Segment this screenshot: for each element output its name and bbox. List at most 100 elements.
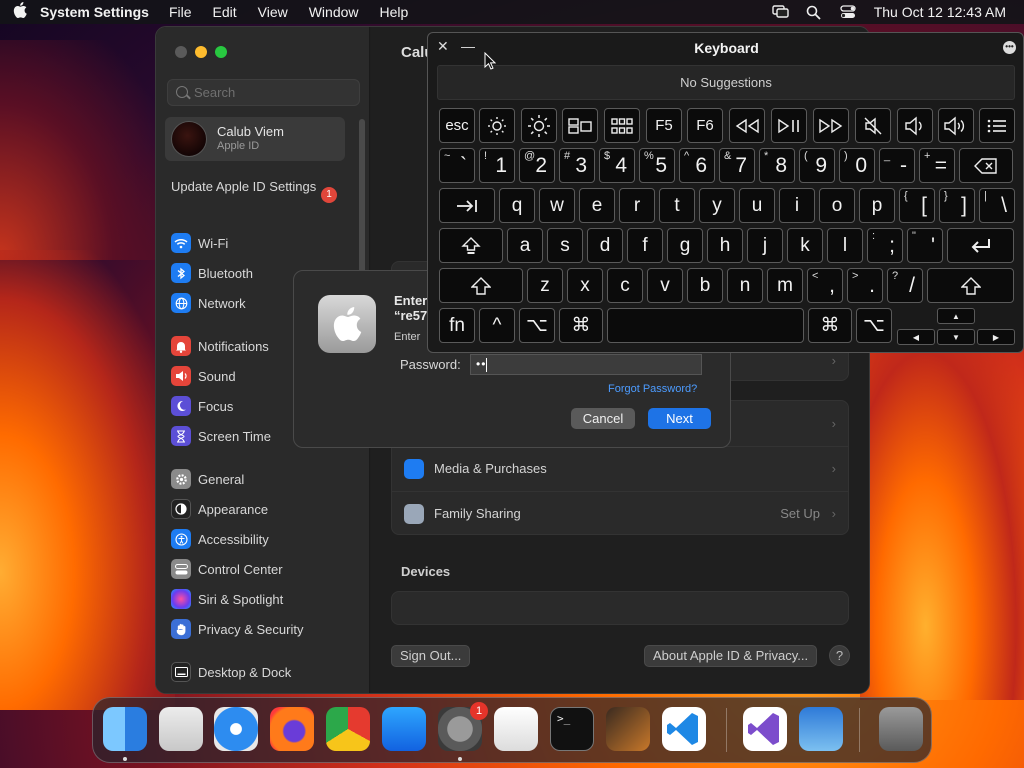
menu-file[interactable]: File (169, 4, 192, 20)
return-key[interactable] (947, 228, 1014, 263)
fast-forward-key[interactable] (813, 108, 849, 143)
cancel-button[interactable]: Cancel (571, 408, 635, 429)
right-shift-key[interactable] (927, 268, 1014, 303)
key-f[interactable]: f (627, 228, 663, 263)
app-store-icon[interactable] (382, 707, 426, 751)
trash-icon[interactable] (879, 707, 923, 751)
delete-key[interactable] (959, 148, 1013, 183)
sidebar-item-control-center[interactable]: Control Center (171, 559, 283, 579)
key-f5[interactable]: F5 (646, 108, 682, 143)
number-row-key[interactable]: & 7 (719, 148, 755, 183)
options-icon[interactable]: ••• (1003, 41, 1016, 54)
password-field[interactable]: •• (470, 354, 702, 375)
apple-menu-icon[interactable] (0, 2, 40, 22)
key-j[interactable]: j (747, 228, 783, 263)
launchpad-key[interactable] (604, 108, 640, 143)
key-x[interactable]: x (567, 268, 603, 303)
brightness-down-key[interactable] (479, 108, 515, 143)
close-window-button[interactable] (175, 46, 187, 58)
key-q[interactable]: q (499, 188, 535, 223)
right-arrow-key[interactable]: ▶ (977, 329, 1015, 345)
punctuation-key[interactable]: <, (807, 268, 843, 303)
settings-row-family-sharing[interactable]: Family Sharing Set Up › (392, 491, 848, 535)
textedit-icon[interactable] (494, 707, 538, 751)
key-t[interactable]: t (659, 188, 695, 223)
down-arrow-key[interactable]: ▼ (937, 329, 975, 345)
sidebar-item-screen-time[interactable]: Screen Time (171, 426, 271, 446)
tab-key[interactable] (439, 188, 495, 223)
volume-up-key[interactable] (938, 108, 974, 143)
number-row-key[interactable]: #3 (559, 148, 595, 183)
number-row-key[interactable]: ^ 6 (679, 148, 715, 183)
sidebar-item-wifi[interactable]: Wi-Fi (171, 233, 228, 253)
key-i[interactable]: i (779, 188, 815, 223)
key-o[interactable]: o (819, 188, 855, 223)
bracket-key[interactable]: | \ (979, 188, 1015, 223)
key-e[interactable]: e (579, 188, 615, 223)
key-k[interactable]: k (787, 228, 823, 263)
menu-help[interactable]: Help (380, 4, 409, 20)
mission-control-key[interactable] (562, 108, 598, 143)
help-button[interactable]: ? (829, 645, 850, 666)
sidebar-account[interactable]: Calub Viem Apple ID (165, 117, 345, 161)
safari-icon[interactable] (214, 707, 258, 751)
punctuation-key[interactable]: >. (847, 268, 883, 303)
menu-window[interactable]: Window (309, 4, 359, 20)
key-p[interactable]: p (859, 188, 895, 223)
key-n[interactable]: n (727, 268, 763, 303)
left-command-key[interactable]: ⌘ (559, 308, 603, 343)
spotlight-search-icon[interactable] (806, 5, 822, 20)
mute-key[interactable] (855, 108, 891, 143)
launchpad-icon[interactable] (159, 707, 203, 751)
sidebar-search-input[interactable]: Search (167, 79, 360, 106)
key-d[interactable]: d (587, 228, 623, 263)
punctuation-key[interactable]: " ' (907, 228, 943, 263)
number-row-key[interactable]: ! 1 (479, 148, 515, 183)
key-a[interactable]: a (507, 228, 543, 263)
punctuation-key[interactable]: :; (867, 228, 903, 263)
sidebar-item-sound[interactable]: Sound (171, 366, 236, 386)
finder-icon[interactable] (103, 707, 147, 751)
number-row-key[interactable]: (9 (799, 148, 835, 183)
app-name-menu[interactable]: System Settings (40, 4, 149, 20)
key-f6[interactable]: F6 (687, 108, 723, 143)
sidebar-item-general[interactable]: General (171, 469, 244, 489)
next-button[interactable]: Next (648, 408, 711, 429)
caps-lock-key[interactable] (439, 228, 503, 263)
minimize-window-button[interactable] (195, 46, 207, 58)
space-bar[interactable] (607, 308, 804, 343)
right-option-key[interactable]: ⌥ (856, 308, 892, 343)
sidebar-item-appearance[interactable]: Appearance (171, 499, 268, 519)
maximize-window-button[interactable] (215, 46, 227, 58)
key-h[interactable]: h (707, 228, 743, 263)
key-z[interactable]: z (527, 268, 563, 303)
key-esc[interactable]: esc (439, 108, 475, 143)
brightness-up-key[interactable] (521, 108, 557, 143)
key-c[interactable]: c (607, 268, 643, 303)
settings-row-media-purchases[interactable]: Media & Purchases › (392, 446, 848, 490)
menu-bar-clock[interactable]: Thu Oct 12 12:43 AM (874, 4, 1006, 20)
sidebar-item-desktop-dock[interactable]: Desktop & Dock (171, 662, 291, 682)
visual-studio-icon[interactable] (743, 707, 787, 751)
bracket-key[interactable]: }] (939, 188, 975, 223)
list-key[interactable] (979, 108, 1015, 143)
up-arrow-key[interactable]: ▲ (937, 308, 975, 324)
bracket-key[interactable]: {[ (899, 188, 935, 223)
number-row-key[interactable]: * 8 (759, 148, 795, 183)
key-l[interactable]: l (827, 228, 863, 263)
forgot-password-link[interactable]: Forgot Password? (608, 383, 697, 395)
key-u[interactable]: u (739, 188, 775, 223)
terminal-icon[interactable]: >_ (550, 707, 594, 751)
number-row-key[interactable]: _ - (879, 148, 915, 183)
key-y[interactable]: y (699, 188, 735, 223)
control-center-icon[interactable] (840, 5, 856, 19)
menu-view[interactable]: View (258, 4, 288, 20)
control-key[interactable]: ^ (479, 308, 515, 343)
rewind-key[interactable] (729, 108, 765, 143)
sidebar-item-siri-spotlight[interactable]: Siri & Spotlight (171, 589, 283, 609)
number-row-key[interactable]: $4 (599, 148, 635, 183)
key-v[interactable]: v (647, 268, 683, 303)
play-pause-key[interactable] (771, 108, 807, 143)
key-g[interactable]: g (667, 228, 703, 263)
key-s[interactable]: s (547, 228, 583, 263)
